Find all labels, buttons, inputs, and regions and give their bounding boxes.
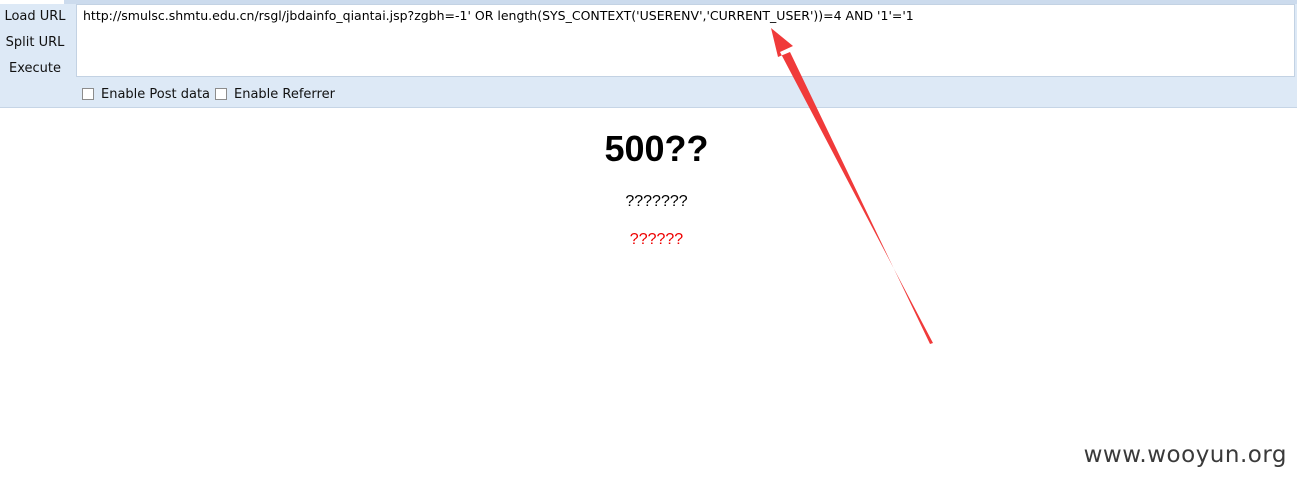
hackbar-tab[interactable] (0, 0, 64, 4)
hackbar-panel: Load URL Split URL Execute http://smulsc… (0, 0, 1297, 108)
execute-button[interactable]: Execute (0, 58, 70, 80)
url-text[interactable]: http://smulsc.shmtu.edu.cn/rsgl/jbdainfo… (83, 8, 914, 23)
enable-referrer-label: Enable Referrer (234, 86, 335, 102)
watermark: www.wooyun.org (1083, 442, 1287, 468)
enable-post-data-label: Enable Post data (101, 86, 211, 102)
enable-post-data-option[interactable]: Enable Post data (82, 84, 210, 104)
enable-referrer-checkbox[interactable] (215, 88, 227, 100)
enable-referrer-option[interactable]: Enable Referrer (215, 84, 335, 104)
split-url-button[interactable]: Split URL (0, 32, 70, 54)
error-heading: 500?? (604, 128, 709, 169)
error-message: ??????? (625, 193, 688, 210)
enable-post-data-checkbox[interactable] (82, 88, 94, 100)
url-textarea[interactable]: http://smulsc.shmtu.edu.cn/rsgl/jbdainfo… (76, 4, 1295, 77)
error-detail: ?????? (629, 231, 684, 248)
load-url-button[interactable]: Load URL (0, 6, 70, 28)
